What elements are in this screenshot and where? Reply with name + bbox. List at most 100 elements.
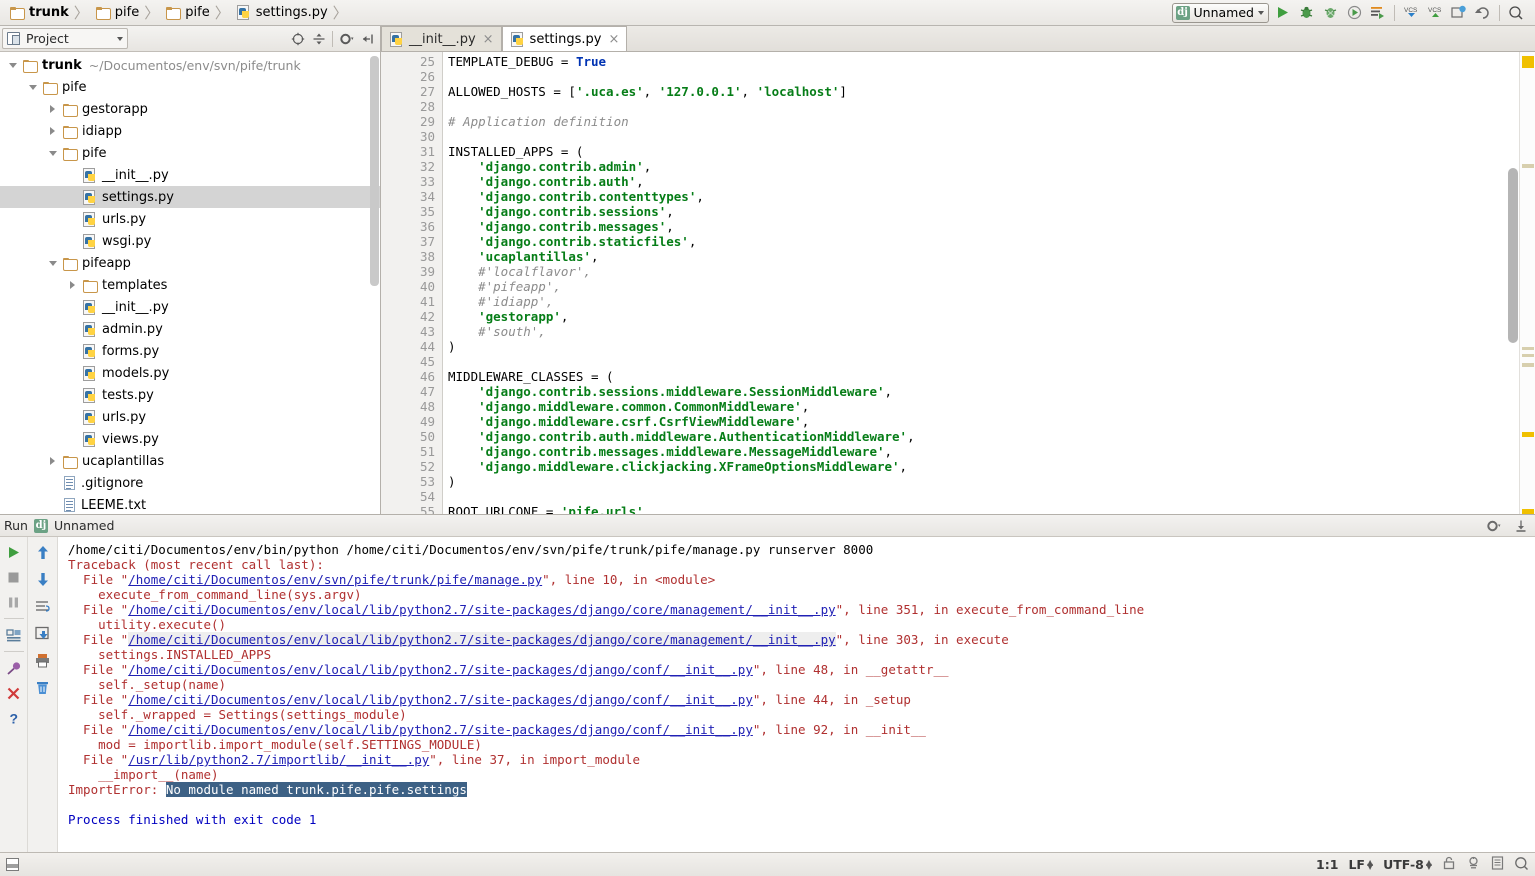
settings-gear-icon[interactable] xyxy=(336,28,357,49)
run-configuration-selector[interactable]: dj Unnamed xyxy=(1171,2,1269,23)
print-button[interactable] xyxy=(32,649,54,671)
vcs-update-button[interactable]: VCS xyxy=(1400,2,1422,24)
console-file-link[interactable]: /home/citi/Documentos/env/local/lib/pyth… xyxy=(128,722,753,737)
editor-tab-__init__-py[interactable]: __init__.py × xyxy=(381,26,502,51)
run-manage-task-button[interactable] xyxy=(1367,2,1389,24)
encoding-widget[interactable]: UTF-8 ▲ ▼ xyxy=(1383,857,1432,872)
console-file-link[interactable]: /home/citi/Documentos/env/local/lib/pyth… xyxy=(128,662,753,677)
tree-item-urls-py[interactable]: urls.py xyxy=(0,208,380,230)
pin-tab-button[interactable] xyxy=(3,657,25,679)
code-content[interactable]: TEMPLATE_DEBUG = True ALLOWED_HOSTS = ['… xyxy=(443,52,1519,514)
tree-toggle-closed-icon[interactable] xyxy=(66,279,79,292)
tree-toggle-open-icon[interactable] xyxy=(46,147,59,160)
search-everywhere-button[interactable] xyxy=(1505,2,1527,24)
main-body: Project trunk ~/Documentos/env/svn/pife/… xyxy=(0,26,1535,514)
tree-item-pife[interactable]: pife xyxy=(0,142,380,164)
up-stack-button[interactable] xyxy=(32,541,54,563)
project-tree-scrollbar[interactable] xyxy=(370,56,379,286)
project-tree[interactable]: trunk ~/Documentos/env/svn/pife/trunk pife… xyxy=(0,52,380,514)
settings-gear-icon[interactable] xyxy=(1483,515,1504,536)
editor-marker-bar[interactable] xyxy=(1519,52,1535,514)
tree-item-trunk[interactable]: trunk ~/Documentos/env/svn/pife/trunk xyxy=(0,54,380,76)
stop-button[interactable] xyxy=(3,566,25,588)
project-view-selector[interactable]: Project xyxy=(2,28,128,49)
tree-item-__init__-py[interactable]: __init__.py xyxy=(0,296,380,318)
tree-toggle-open-icon[interactable] xyxy=(26,81,39,94)
layout-button[interactable] xyxy=(3,624,25,646)
tree-toggle-closed-icon[interactable] xyxy=(46,455,59,468)
breadcrumb-item-pife[interactable]: pife xyxy=(90,2,143,24)
debug-button[interactable] xyxy=(1295,2,1317,24)
clear-all-button[interactable] xyxy=(32,676,54,698)
vcs-history-button[interactable] xyxy=(1448,2,1470,24)
tree-item-urls-py[interactable]: urls.py xyxy=(0,406,380,428)
close-tab-icon[interactable]: × xyxy=(608,32,619,47)
hide-panel-icon[interactable] xyxy=(357,28,378,49)
memory-icon[interactable] xyxy=(1491,856,1504,873)
soft-wrap-button[interactable] xyxy=(32,595,54,617)
tree-item-gestorapp[interactable]: gestorapp xyxy=(0,98,380,120)
scroll-from-source-icon[interactable] xyxy=(287,28,308,49)
line-separator-widget[interactable]: LF ▲ ▼ xyxy=(1348,857,1373,872)
console-file-link[interactable]: /home/citi/Documentos/env/svn/pife/trunk… xyxy=(128,572,542,587)
breadcrumb-item-settings-py[interactable]: settings.py xyxy=(231,2,332,24)
tree-item-settings-py[interactable]: settings.py xyxy=(0,186,380,208)
vcs-rollback-button[interactable] xyxy=(1472,2,1494,24)
tree-item-pife[interactable]: pife xyxy=(0,76,380,98)
tree-item-admin-py[interactable]: admin.py xyxy=(0,318,380,340)
tree-toggle-closed-icon[interactable] xyxy=(46,103,59,116)
toggle-toolbar-icon[interactable] xyxy=(6,858,19,871)
line-number: 29 xyxy=(419,114,435,129)
magnifier-icon[interactable] xyxy=(1514,856,1529,874)
tree-toggle-open-icon[interactable] xyxy=(46,257,59,270)
tree-item-__init__-py[interactable]: __init__.py xyxy=(0,164,380,186)
console-output[interactable]: /home/citi/Documentos/env/bin/python /ho… xyxy=(58,537,1535,852)
hide-window-icon[interactable] xyxy=(1510,515,1531,536)
lock-icon[interactable] xyxy=(1442,856,1456,873)
console-file-link[interactable]: /home/citi/Documentos/env/local/lib/pyth… xyxy=(128,692,753,707)
help-button[interactable]: ? xyxy=(3,707,25,729)
tree-item-LEEME-txt[interactable]: LEEME.txt xyxy=(0,494,380,514)
tree-toggle-closed-icon[interactable] xyxy=(46,125,59,138)
code-token: 'django.contrib.contenttypes' xyxy=(478,189,697,204)
vcs-commit-button[interactable]: VCS xyxy=(1424,2,1446,24)
project-panel-header: Project xyxy=(0,26,380,52)
collapse-all-icon[interactable] xyxy=(308,28,329,49)
tree-item-wsgi-py[interactable]: wsgi.py xyxy=(0,230,380,252)
breadcrumb-item-pife[interactable]: pife xyxy=(160,2,213,24)
down-stack-button[interactable] xyxy=(32,568,54,590)
console-file-link[interactable]: /home/citi/Documentos/env/local/lib/pyth… xyxy=(128,632,836,647)
tree-toggle-open-icon[interactable] xyxy=(6,59,19,72)
console-file-link[interactable]: /home/citi/Documentos/env/local/lib/pyth… xyxy=(128,602,835,617)
line-number: 43 xyxy=(419,324,435,339)
code-token: # Application definition xyxy=(448,114,629,129)
run-window-body: ? /home/citi/Documentos/env/bin/python /… xyxy=(0,537,1535,852)
tree-item-idiapp[interactable]: idiapp xyxy=(0,120,380,142)
pause-button[interactable] xyxy=(3,591,25,613)
tree-item-forms-py[interactable]: forms.py xyxy=(0,340,380,362)
rerun-button[interactable] xyxy=(3,541,25,563)
breadcrumb-item-trunk[interactable]: trunk xyxy=(4,2,73,24)
tree-item-views-py[interactable]: views.py xyxy=(0,428,380,450)
close-tab-icon[interactable]: × xyxy=(483,32,494,47)
tree-item-pifeapp[interactable]: pifeapp xyxy=(0,252,380,274)
export-button[interactable] xyxy=(32,622,54,644)
tree-item-models-py[interactable]: models.py xyxy=(0,362,380,384)
tree-item-templates[interactable]: templates xyxy=(0,274,380,296)
console-file-link[interactable]: /usr/lib/python2.7/importlib/__init__.py xyxy=(128,752,429,767)
close-button[interactable] xyxy=(3,682,25,704)
editor-tab-settings-py[interactable]: settings.py × xyxy=(501,26,628,51)
run-with-profiler-button[interactable] xyxy=(1343,2,1365,24)
tree-item-tests-py[interactable]: tests.py xyxy=(0,384,380,406)
run-button[interactable] xyxy=(1271,2,1293,24)
python-file-icon xyxy=(83,211,97,227)
tree-item-ucaplantillas[interactable]: ucaplantillas xyxy=(0,450,380,472)
caret-position[interactable]: 1:1 xyxy=(1316,857,1338,872)
run-coverage-button[interactable] xyxy=(1319,2,1341,24)
editor-gutter[interactable]: 25 26 27 28 29 30 31 32 33 34 35 36 37 38 39 40 41 42 43 44… xyxy=(381,52,449,514)
tree-item--gitignore[interactable]: .gitignore xyxy=(0,472,380,494)
editor-scrollbar-thumb[interactable] xyxy=(1508,168,1518,343)
inspection-icon[interactable] xyxy=(1466,856,1481,873)
editor-viewport[interactable]: 25 26 27 28 29 30 31 32 33 34 35 36 37 38 39 40 41 42 43 44… xyxy=(381,52,1535,514)
